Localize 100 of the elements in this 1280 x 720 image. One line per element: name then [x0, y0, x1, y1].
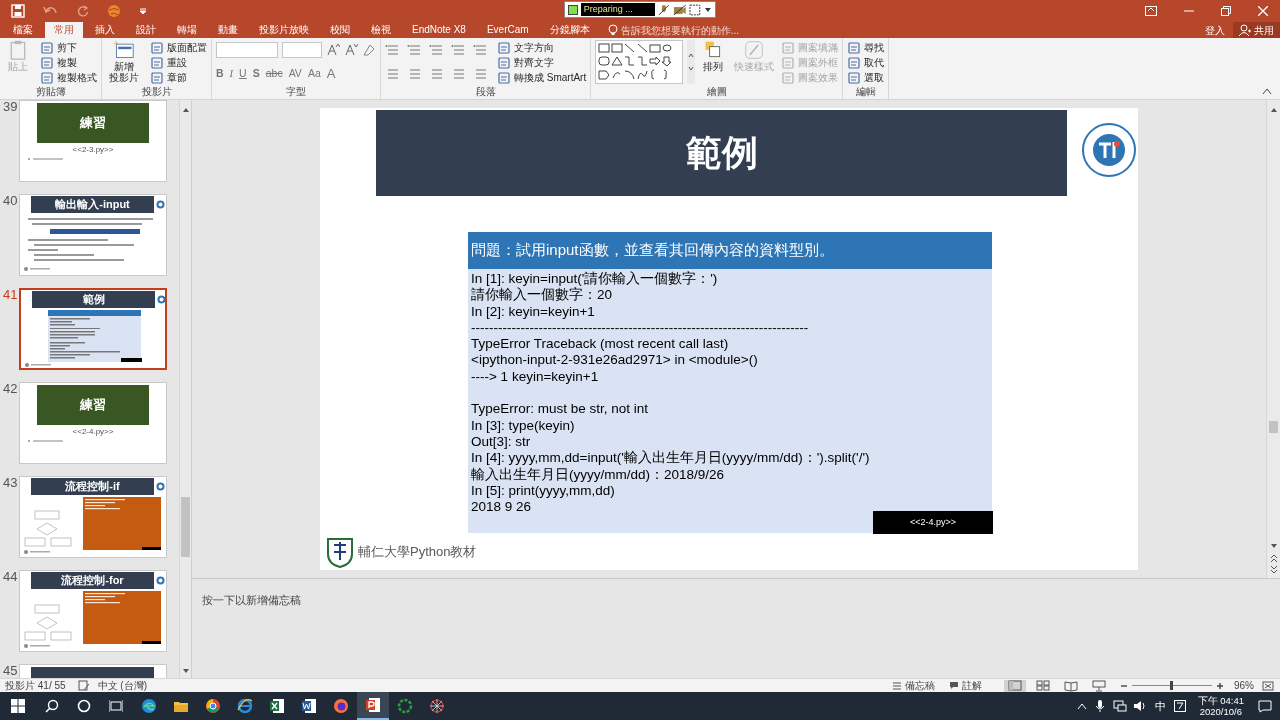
slide-number: 40: [2, 194, 19, 208]
format-button[interactable]: B: [216, 65, 224, 82]
mic-off-icon: [658, 3, 670, 16]
notifications-icon[interactable]: [1258, 699, 1272, 713]
ribbon-button[interactable]: 尋找: [847, 40, 885, 55]
clock[interactable]: 下午 04:41 2020/10/6: [1197, 695, 1244, 717]
ribbon-tab[interactable]: EverCam: [477, 22, 538, 38]
code-line: <ipython-input-2-931e26ad2971> in <module>(): [471, 352, 759, 369]
zoom-level[interactable]: 96%: [1234, 678, 1254, 693]
slide-number: 44: [2, 570, 19, 584]
comments-button[interactable]: 註解: [949, 678, 982, 693]
language-label[interactable]: 中文 (台灣): [97, 678, 148, 693]
thumbnail-title: 範例: [32, 291, 155, 308]
ribbon-tab[interactable]: EndNote X8: [403, 22, 475, 38]
tray-expand-icon[interactable]: [1076, 702, 1087, 710]
format-button[interactable]: I: [229, 65, 234, 82]
view-button[interactable]: [1004, 679, 1026, 692]
slide-number: 45: [2, 664, 19, 678]
slide-title: 範例: [376, 110, 1067, 196]
network-icon[interactable]: [1112, 700, 1127, 712]
scroll-bar[interactable]: [179, 100, 191, 678]
e-letter-icon: [237, 698, 253, 714]
ribbon-button[interactable]: 重設: [150, 55, 207, 70]
ribbon-button[interactable]: 複製: [40, 55, 97, 70]
region-icon: [689, 3, 702, 16]
notes-button[interactable]: 備忘稿: [892, 678, 935, 693]
code-line: In [4]: yyyy,mm,dd=input('輸入出生年月日(yyyy/mm/dd)：').split('/'): [471, 450, 871, 467]
ribbon-button[interactable]: 選取: [847, 70, 885, 85]
taskbar-app[interactable]: [357, 692, 389, 720]
input-mode-icon[interactable]: [1173, 700, 1186, 712]
fox-icon: [333, 698, 349, 714]
format-button[interactable]: S: [252, 65, 260, 82]
ribbon-tab[interactable]: 投影片放映: [250, 22, 318, 38]
sign-in-link[interactable]: 登入: [1197, 22, 1233, 38]
code-line: 2018 9 26: [471, 499, 533, 516]
ribbon-group-label: 編輯: [854, 86, 877, 99]
font-size-field[interactable]: [282, 42, 322, 58]
ribbon-button[interactable]: 對齊文字: [497, 55, 587, 70]
ribbon-button[interactable]: 複製格式: [40, 70, 97, 85]
slide-thumbnail[interactable]: 輸出輸入-input: [19, 194, 167, 276]
font-name-field[interactable]: [216, 42, 278, 58]
previous-slide-icon[interactable]: [1268, 553, 1279, 563]
circle-icon[interactable]: [77, 699, 91, 713]
reading-view-icon: [1064, 679, 1078, 692]
shapes-gallery[interactable]: [595, 40, 684, 84]
ribbon-button[interactable]: 文字方向: [497, 40, 587, 55]
wave-icon: [141, 698, 157, 714]
save-icon: [11, 4, 25, 18]
slide-thumbnail[interactable]: 練習 <<2-3.py>>: [19, 100, 167, 182]
ribbon-tab[interactable]: 檔案: [4, 22, 42, 38]
share-button[interactable]: 共用: [1233, 22, 1280, 38]
microphone-icon[interactable]: [1094, 700, 1105, 712]
fit-slide-icon[interactable]: [1262, 680, 1274, 691]
ribbon-button[interactable]: 章節: [150, 70, 207, 85]
input-method-indicator[interactable]: 中: [1154, 697, 1166, 715]
caret-icon: [704, 5, 712, 14]
code-line: In [3]: type(keyin): [471, 417, 576, 434]
ribbon-button[interactable]: 排列: [699, 40, 728, 72]
ribbon-tab[interactable]: 動畫: [209, 22, 247, 38]
volume-icon[interactable]: [1132, 700, 1147, 712]
spell-check-icon[interactable]: [77, 680, 90, 691]
slide-thumbnail[interactable]: 範例: [19, 288, 167, 370]
scroll-thumb[interactable]: [181, 497, 191, 557]
ribbon-tab[interactable]: 常用: [45, 22, 83, 38]
start-icon[interactable]: [11, 699, 25, 713]
ribbon-button[interactable]: 新增 投影片: [106, 40, 142, 83]
ribbon-tab[interactable]: 插入: [86, 22, 124, 38]
slide-thumbnail[interactable]: 練習 <<2-4.py>>: [19, 382, 167, 464]
ribbon-group-label: 段落: [474, 86, 497, 99]
ribbon-button[interactable]: 剪下: [40, 40, 97, 55]
format-button[interactable]: abc: [265, 65, 283, 82]
ribbon-button[interactable]: 取代: [847, 55, 885, 70]
format-button[interactable]: Aa: [307, 65, 321, 82]
scroll-thumb[interactable]: [1269, 421, 1278, 433]
ribbon-button[interactable]: 轉換成 SmartArt: [497, 70, 587, 85]
next-slide-icon[interactable]: [1268, 565, 1279, 575]
thumbnail-title: 練習: [37, 385, 149, 425]
ribbon-tab[interactable]: 設計: [127, 22, 165, 38]
spreadsheet-icon: [269, 698, 285, 714]
ribbon-tab[interactable]: 轉場: [168, 22, 206, 38]
web-icon: [429, 698, 445, 714]
collapse-ribbon-icon[interactable]: [1262, 87, 1272, 95]
format-button[interactable]: U: [239, 65, 247, 82]
thumbnail-title: 練習: [37, 103, 149, 143]
zoom-slider-thumb[interactable]: [1170, 681, 1174, 690]
ribbon-tab[interactable]: 分鏡腳本: [540, 22, 599, 38]
format-button[interactable]: A: [326, 64, 336, 84]
ribbon-button[interactable]: 版面配置: [150, 40, 207, 55]
format-button[interactable]: AV: [288, 65, 302, 82]
camera-off-icon: [672, 3, 687, 16]
tell-me-search[interactable]: 告訴我您想要執行的動作...: [607, 22, 739, 38]
task-view-icon[interactable]: [109, 699, 123, 713]
thumbnail-title: 流程控制-for: [31, 572, 154, 589]
code-line: ----> 1 keyin=keyin+1: [471, 368, 600, 386]
scroll-bar[interactable]: [1266, 100, 1280, 578]
ribbon-tab[interactable]: 檢視: [362, 22, 400, 38]
slide-thumbnail[interactable]: 流程控制-if: [19, 476, 167, 558]
ribbon-tab[interactable]: 校閱: [321, 22, 359, 38]
zoom-in-icon[interactable]: [1216, 681, 1224, 690]
slide-thumbnail[interactable]: 流程控制-for: [19, 570, 167, 652]
